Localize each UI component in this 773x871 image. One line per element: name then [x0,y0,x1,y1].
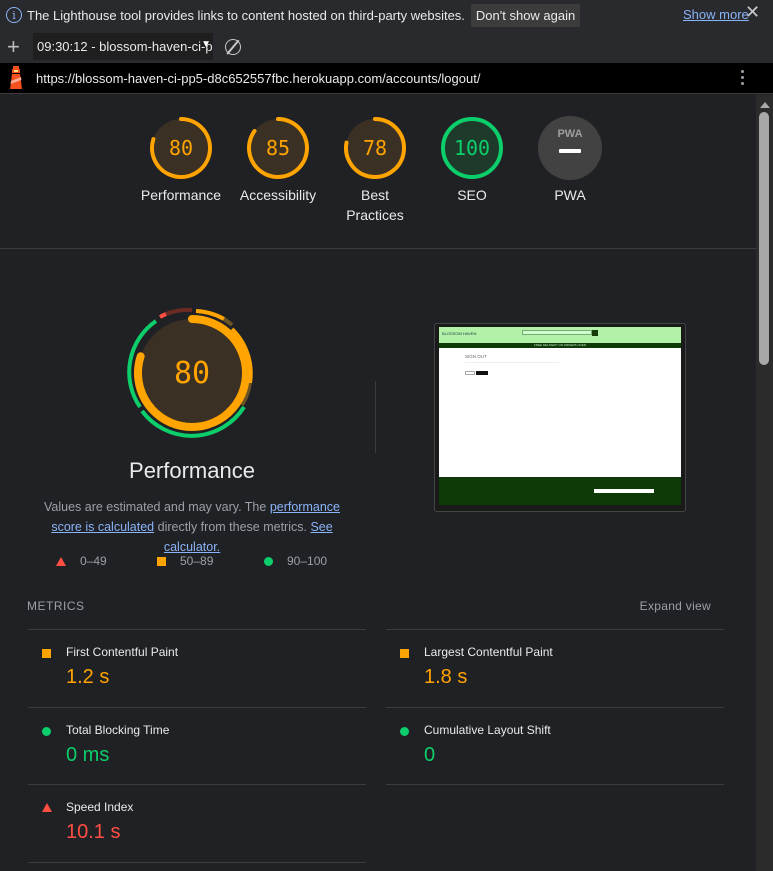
metric-value: 10.1 s [66,821,121,843]
gauge-score: 85 [266,136,290,160]
metric-arc-lcp-track [222,317,234,327]
gauge-label: PWA [554,187,586,203]
metric-label: Cumulative Layout Shift [424,723,551,737]
metric-value: 0 ms [66,744,110,766]
gauge-best-practices[interactable]: 78 Best Practices [330,115,420,225]
pwa-badge-text: PWA [557,128,582,140]
screenshot-logo: BLOSSOM HAVEN [442,331,477,336]
dropdown-triangle-icon: ▼ [201,39,211,50]
report-content: 80 Performance 85 Accessibility 78 Best … [0,95,756,871]
average-square-icon [42,649,51,658]
legend-fail-label: 0–49 [80,554,107,568]
expand-view-toggle[interactable]: Expand view [640,599,711,613]
performance-description: Values are estimated and may vary. The p… [28,497,356,557]
lighthouse-toolbar: + 09:30:12 - blossom-haven-ci-p ▼ [0,30,773,63]
gauge-ring: 78 [344,117,406,179]
metric-value: 0 [424,744,436,766]
metric-value: 1.8 s [424,666,468,688]
screenshot-title: SIGN OUT [465,354,487,359]
third-party-infobar: i The Lighthouse tool provides links to … [0,0,773,30]
lighthouse-logo-icon [9,66,23,90]
metric-arc-si-track [165,307,193,316]
metric-label: Speed Index [66,800,134,814]
category-gauges: 80 Performance 85 Accessibility 78 Best … [130,115,620,230]
legend-pass-label: 90–100 [287,554,328,568]
average-square-icon [400,649,409,658]
gauge-performance[interactable]: 80 Performance [136,115,226,205]
metric-fcp: First Contentful Paint 1.2 s [28,629,366,707]
vertical-divider [375,381,376,453]
gauge-ring: 80 [150,117,212,179]
gauge-pwa[interactable]: PWA PWA [525,115,615,205]
gauge-ring: 100 [441,117,503,179]
metric-label: Total Blocking Time [66,723,170,737]
audited-url: https://blossom-haven-ci-pp5-d8c652557fb… [36,70,481,86]
pwa-badge-icon: PWA [538,116,602,180]
metric-label: Largest Contentful Paint [424,645,553,659]
report-select-value: 09:30:12 - blossom-haven-ci-p [37,39,213,54]
metric-divider [386,784,724,785]
pass-circle-icon [264,556,273,566]
info-icon: i [6,7,22,23]
performance-score: 80 [174,356,210,391]
clear-all-icon[interactable] [225,38,241,55]
gauge-score: 100 [454,136,490,160]
legend-fail: 0–49 [56,554,107,568]
vertical-scrollbar[interactable] [756,95,773,871]
legend-average: 50–89 [157,554,213,568]
scrollbar-thumb[interactable] [759,112,769,365]
performance-title: Performance [129,458,255,483]
gauge-seo[interactable]: 100 SEO [427,115,517,205]
metric-arc-si [159,312,167,319]
report-url-bar: https://blossom-haven-ci-pp5-d8c652557fb… [0,63,773,94]
close-icon[interactable]: ✕ [745,2,760,23]
metric-label: First Contentful Paint [66,645,179,659]
metrics-heading: METRICS [27,599,85,613]
gauge-score: 80 [169,136,193,160]
gauge-label: Best Practices [346,187,404,223]
score-legend: 0–49 50–89 90–100 [0,554,384,574]
pass-circle-icon [42,727,51,736]
gauge-accessibility[interactable]: 85 Accessibility [233,115,323,205]
fail-triangle-icon [42,803,52,812]
more-options-icon[interactable] [741,70,745,85]
report-select[interactable]: 09:30:12 - blossom-haven-ci-p ▼ [33,33,213,60]
desc-text: directly from these metrics. [154,520,311,534]
final-screenshot[interactable]: BLOSSOM HAVEN FREE DELIVERY ON ORDERS OV… [434,323,686,512]
performance-gauge-large: 80 [127,307,253,438]
metric-divider [28,862,366,863]
gauge-label: Performance [140,187,222,203]
metric-lcp: Largest Contentful Paint 1.8 s [386,629,724,707]
section-divider [0,248,756,249]
metric-value: 1.2 s [66,666,110,688]
gauge-score: 78 [363,136,387,160]
show-more-link[interactable]: Show more [683,7,749,22]
fail-triangle-icon [56,556,66,566]
metric-cls: Cumulative Layout Shift 0 [386,707,724,785]
legend-average-label: 50–89 [180,554,214,568]
desc-text: Values are estimated and may vary. The [44,500,270,514]
infobar-message: The Lighthouse tool provides links to co… [27,7,465,23]
dont-show-again-button[interactable]: Don't show again [470,3,581,27]
gauge-label: SEO [457,187,487,203]
metric-si: Speed Index 10.1 s [28,784,366,862]
scroll-up-arrow-icon[interactable] [760,102,770,108]
gauge-label: Accessibility [239,187,317,203]
legend-pass: 90–100 [264,554,327,568]
metrics-header: METRICS Expand view [27,599,724,613]
average-square-icon [157,556,166,566]
new-report-plus-icon[interactable]: + [7,35,25,58]
metric-tbt: Total Blocking Time 0 ms [28,707,366,785]
gauge-ring: 85 [247,117,309,179]
pass-circle-icon [400,727,409,736]
screenshot-banner: FREE DELIVERY ON ORDERS OVER [439,343,681,348]
